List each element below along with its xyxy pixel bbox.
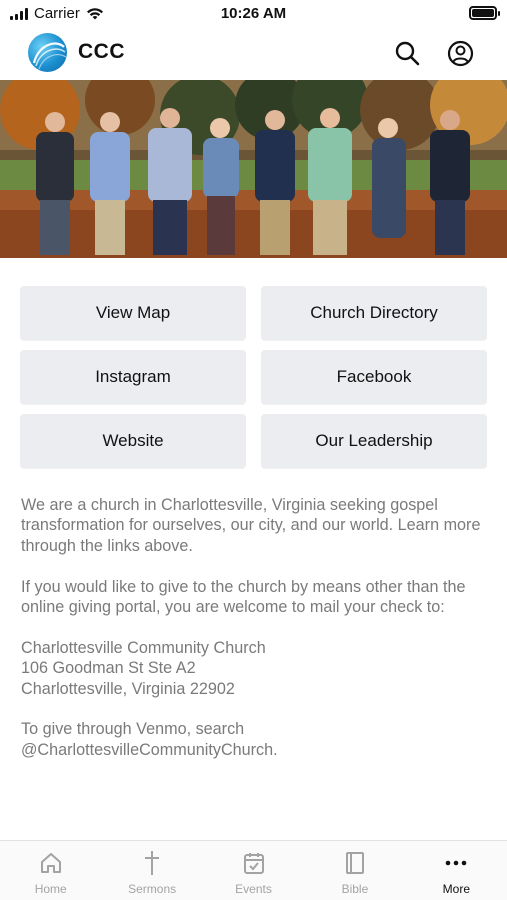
tab-bible[interactable]: Bible [304, 841, 405, 900]
venmo-handle: @CharlottesvilleCommunityChurch. [21, 740, 278, 759]
search-icon [395, 41, 420, 66]
our-leadership-button[interactable]: Our Leadership [261, 414, 487, 468]
instagram-button[interactable]: Instagram [20, 350, 246, 404]
tab-label: More [442, 882, 470, 896]
view-map-button[interactable]: View Map [20, 286, 246, 340]
calendar-check-icon [241, 850, 267, 876]
bottom-tab-bar: Home Sermons Events Bible More [0, 840, 507, 900]
battery-icon [469, 6, 500, 20]
tab-events[interactable]: Events [203, 841, 304, 900]
ccc-logo-icon [28, 33, 67, 72]
home-icon [38, 850, 64, 876]
about-paragraph: We are a church in Charlottesville, Virg… [21, 496, 481, 555]
more-dots-icon [443, 850, 469, 876]
website-button[interactable]: Website [20, 414, 246, 468]
cross-icon [139, 850, 165, 876]
quick-links-grid: View Map Church Directory Instagram Face… [20, 286, 487, 468]
tab-more[interactable]: More [406, 841, 507, 900]
tab-label: Sermons [128, 882, 177, 896]
address-line: 106 Goodman St Ste A2 [21, 659, 196, 678]
account-circle-icon [447, 40, 473, 66]
tab-sermons[interactable]: Sermons [101, 841, 202, 900]
giving-paragraph: If you would like to give to the church … [21, 577, 466, 617]
status-time: 10:26 AM [220, 5, 287, 22]
tab-home[interactable]: Home [0, 841, 101, 900]
address-line: Charlottesville, Virginia 22902 [21, 679, 235, 698]
search-button[interactable] [392, 38, 422, 68]
church-directory-button[interactable]: Church Directory [261, 286, 487, 340]
address-line: Charlottesville Community Church [21, 638, 266, 657]
facebook-button[interactable]: Facebook [261, 350, 487, 404]
mailing-address: Charlottesville Community Church 106 Goo… [21, 638, 491, 699]
tab-label: Events [235, 882, 272, 896]
group-photo-image [0, 80, 507, 258]
app-title: CCC [78, 40, 125, 63]
about-content: We are a church in Charlottesville, Virg… [21, 495, 491, 781]
tab-label: Bible [341, 882, 369, 896]
app-header: CCC [0, 28, 507, 78]
account-button[interactable] [445, 38, 475, 68]
venmo-paragraph: To give through Venmo, search @Charlotte… [21, 719, 491, 760]
status-bar: Carrier 10:26 AM [0, 0, 507, 28]
book-icon [342, 850, 368, 876]
hero-group-photo [0, 80, 507, 258]
tab-label: Home [34, 882, 67, 896]
venmo-text: To give through Venmo, search [21, 720, 245, 739]
